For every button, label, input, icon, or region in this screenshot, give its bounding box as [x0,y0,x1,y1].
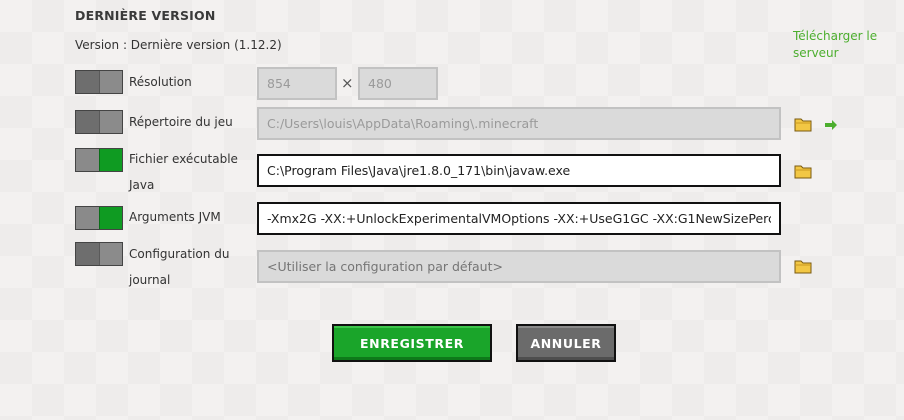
folder-icon[interactable] [794,117,812,132]
page-title: DERNIÈRE VERSION [75,8,216,23]
resolution-label: Résolution [129,75,192,89]
java-exe-input[interactable] [257,154,781,187]
folder-icon[interactable] [794,259,812,274]
toggle-track [76,71,99,93]
java-exe-toggle[interactable] [75,148,123,172]
toggle-track [76,243,99,265]
toggle-track [76,207,99,229]
jvm-args-label: Arguments JVM [129,210,221,224]
toggle-knob [98,71,122,93]
resolution-height-input[interactable] [358,67,438,100]
resolution-toggle[interactable] [75,70,123,94]
toggle-track [76,149,99,171]
java-exe-label: Fichier exécutable [129,152,238,166]
jvm-args-input[interactable] [257,202,781,235]
version-label: Version : Dernière version (1.12.2) [75,38,282,52]
game-dir-toggle[interactable] [75,110,123,134]
toggle-knob [98,207,122,229]
folder-icon[interactable] [794,164,812,179]
log-config-label: Configuration du [129,247,230,261]
log-config-label-line2: journal [129,273,171,287]
toggle-track [76,111,99,133]
game-dir-label: Répertoire du jeu [129,115,233,129]
game-dir-input[interactable] [257,107,781,140]
java-exe-label-line2: Java [129,178,155,192]
log-config-input[interactable] [257,250,781,283]
toggle-knob [98,243,122,265]
download-server-link[interactable]: Télécharger le serveur [793,28,883,62]
resolution-width-input[interactable] [257,67,337,100]
log-config-toggle[interactable] [75,242,123,266]
arrow-right-icon[interactable] [824,119,838,131]
toggle-knob [98,149,122,171]
resolution-separator: × [341,74,354,92]
cancel-button[interactable]: ANNULER [516,324,616,362]
jvm-args-toggle[interactable] [75,206,123,230]
save-button[interactable]: ENREGISTRER [332,324,492,362]
toggle-knob [98,111,122,133]
